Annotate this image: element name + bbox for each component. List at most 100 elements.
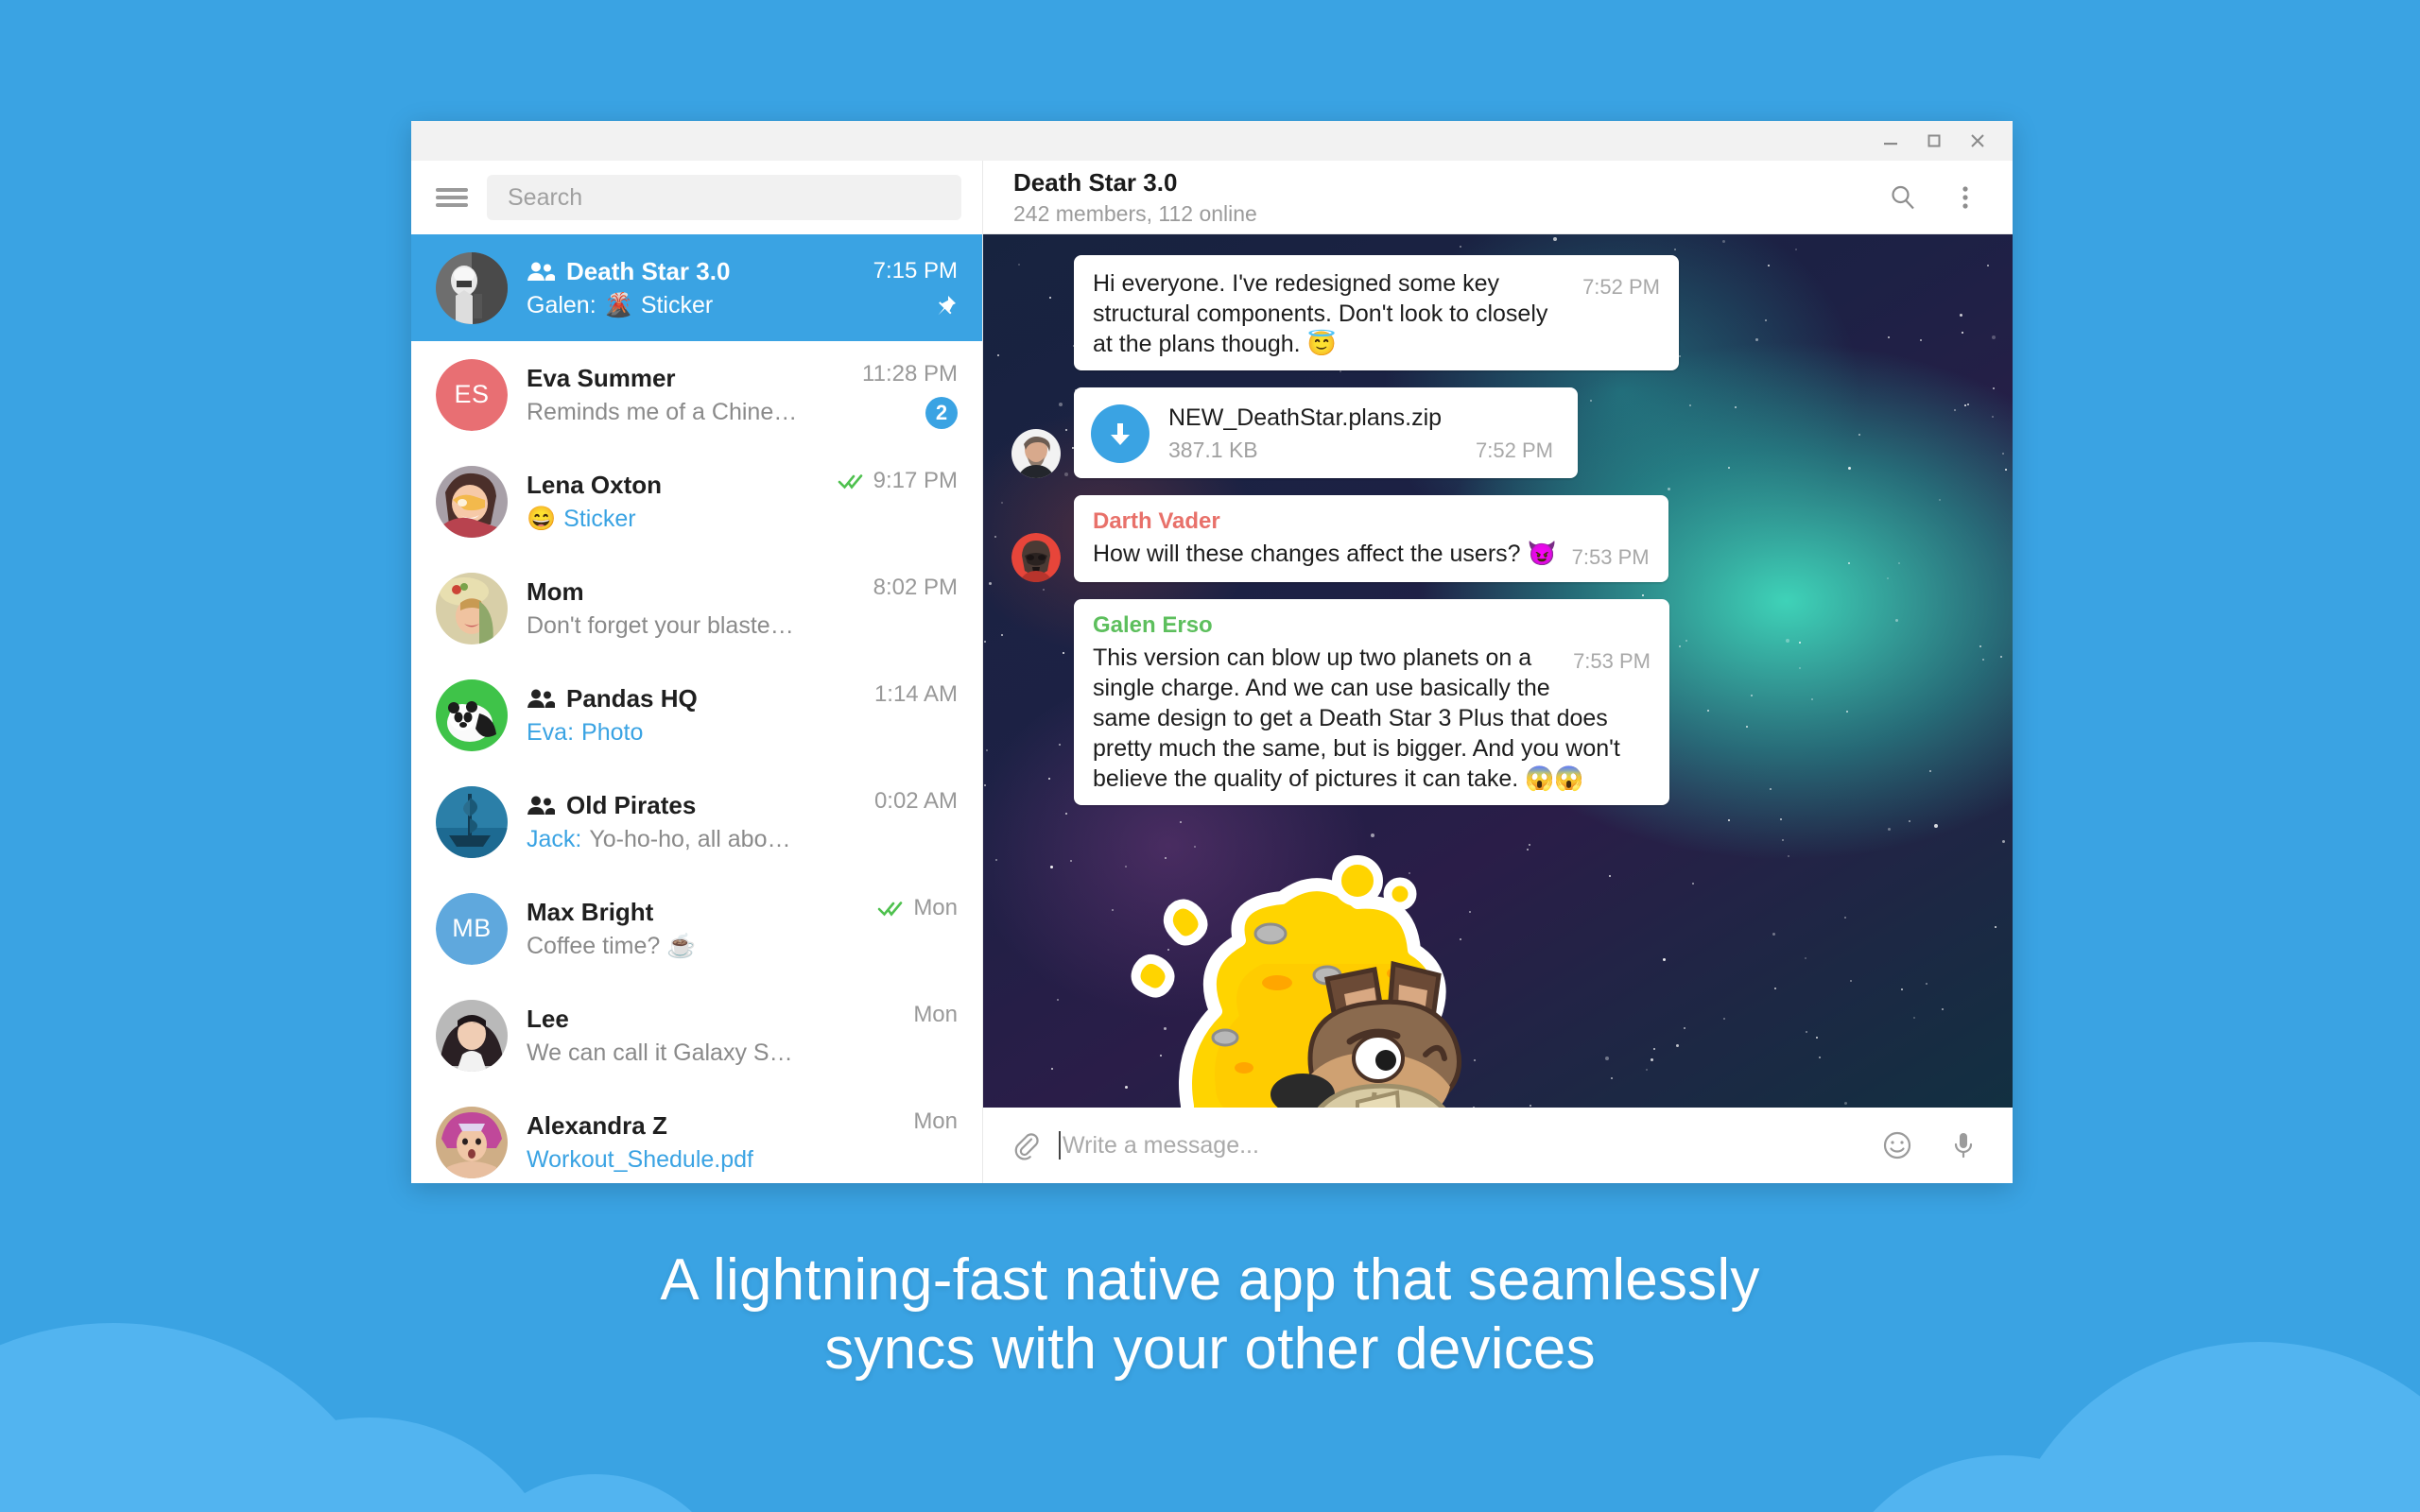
paperclip-icon[interactable] (1010, 1129, 1042, 1161)
chat-list-item[interactable]: Lee We can call it Galaxy Star 7 ;) Mon (411, 982, 982, 1089)
chat-list-item[interactable]: ES Eva Summer Reminds me of a Chinese prov… (411, 341, 982, 448)
chat-item-preview: Galen: 🌋 Sticker (527, 292, 799, 319)
preview-text: Photo (581, 718, 644, 746)
pin-icon (933, 294, 958, 318)
chat-item-body: Max Bright Coffee time? ☕ (527, 898, 799, 960)
chat-item-body: Old Pirates Jack: Yo-ho-ho, all aboard! (527, 791, 799, 853)
preview-emoji: 😄 (527, 505, 557, 532)
more-vertical-icon[interactable] (1945, 177, 1986, 218)
message-text-body: This version can blow up two planets on … (1093, 644, 1620, 793)
chat-item-time: Mon (913, 1108, 958, 1134)
chat-item-name: Mom (527, 576, 584, 606)
chat-item-time: 1:14 AM (873, 680, 958, 707)
preview-text: Reminds me of a Chinese prove... (527, 398, 799, 425)
message-bubble: 7:52 PM Hi everyone. I've redesigned some… (1074, 255, 1679, 370)
search-icon[interactable] (1882, 177, 1924, 218)
microphone-icon[interactable] (1943, 1125, 1984, 1166)
preview-sender: Eva: (527, 718, 575, 746)
chat-item-body: Pandas HQ Eva: Photo (527, 684, 799, 747)
chat-list[interactable]: Death Star 3.0 Galen: 🌋 Sticker 7:15 PM ES Eva… (411, 234, 982, 1183)
chat-item-time: 9:17 PM (873, 467, 958, 493)
chat-item-meta: 9:17 PM (818, 468, 958, 536)
message-sender-name[interactable]: Galen Erso (1093, 612, 1651, 639)
chat-item-body: Mom Don't forget your blaster and helmet (527, 577, 799, 640)
chat-item-name: Eva Summer (527, 363, 676, 392)
message-row (1011, 822, 1984, 1108)
message-text: 7:53 PM How will these changes affect the… (1093, 539, 1650, 569)
hamburger-icon[interactable] (436, 185, 468, 210)
message-time: 7:52 PM (1476, 438, 1553, 462)
chat-list-item[interactable]: Old Pirates Jack: Yo-ho-ho, all aboard! 0:0… (411, 768, 982, 875)
minimize-button[interactable] (1869, 122, 1912, 160)
chat-item-meta: Mon (818, 1002, 958, 1070)
chat-title: Death Star 3.0 (1013, 167, 1178, 197)
message-input[interactable]: Write a message... (1059, 1131, 1859, 1160)
message-bubble: Darth Vader 7:53 PM How will these changes… (1074, 495, 1668, 583)
avatar (436, 251, 508, 324)
chat-item-preview: Eva: Photo (527, 719, 799, 747)
file-size: 387.1 KB (1168, 438, 1258, 462)
chat-list-item[interactable]: Lena Oxton 😄 Sticker 9:17 PM (411, 448, 982, 555)
chat-item-preview: Reminds me of a Chinese prove... (527, 399, 799, 426)
avatar (436, 679, 508, 751)
close-button[interactable] (1956, 122, 1999, 160)
group-icon (527, 261, 555, 282)
chat-item-name: Death Star 3.0 (566, 256, 731, 285)
message-sender-name[interactable]: Darth Vader (1093, 508, 1650, 535)
chat-list-item[interactable]: Death Star 3.0 Galen: 🌋 Sticker 7:15 PM (411, 234, 982, 341)
file-name: NEW_DeathStar.plans.zip (1168, 404, 1443, 431)
window-titlebar (411, 121, 2013, 161)
message-text-body: How will these changes affect the users?… (1093, 541, 1557, 567)
preview-text: Workout_Shedule.pdf (527, 1145, 753, 1173)
preview-text: Yo-ho-ho, all aboard! (589, 825, 799, 852)
chat-item-preview: 😄 Sticker (527, 506, 799, 533)
chat-item-time: 7:15 PM (873, 257, 958, 284)
chat-list-item[interactable]: Alexandra Z Workout_Shedule.pdf Mon (411, 1089, 982, 1183)
message-avatar[interactable] (1011, 533, 1061, 583)
chat-item-meta: Mon (818, 895, 958, 963)
sidebar-searchbar (411, 161, 982, 234)
message-text: 7:52 PM Hi everyone. I've redesigned some… (1093, 268, 1660, 359)
chat-item-meta: 0:02 AM (818, 788, 958, 856)
telegram-window: Death Star 3.0 Galen: 🌋 Sticker 7:15 PM ES Eva… (411, 121, 2013, 1183)
chat-item-body: Death Star 3.0 Galen: 🌋 Sticker (527, 257, 799, 319)
chat-item-body: Alexandra Z Workout_Shedule.pdf (527, 1111, 799, 1174)
download-icon[interactable] (1091, 404, 1150, 463)
message-bubble: Galen Erso 7:53 PM This version can blow u… (1074, 599, 1669, 806)
chat-item-body: Eva Summer Reminds me of a Chinese prove.… (527, 364, 799, 426)
message-row: Galen Erso 7:53 PM This version can blow u… (1011, 599, 1984, 806)
chat-list-item[interactable]: Mom Don't forget your blaster and helmet 8… (411, 555, 982, 662)
preview-text: Sticker (563, 505, 636, 532)
preview-text: We can call it Galaxy Star 7 ;) (527, 1039, 799, 1066)
messages-area[interactable]: 7:52 PM Hi everyone. I've redesigned some… (983, 234, 2013, 1108)
message-time: 7:53 PM (1573, 649, 1651, 674)
sidebar: Death Star 3.0 Galen: 🌋 Sticker 7:15 PM ES Eva… (411, 161, 983, 1183)
file-message-bubble[interactable]: NEW_DeathStar.plans.zip 387.1 KB 7:52 PM (1074, 387, 1578, 478)
file-meta: NEW_DeathStar.plans.zip 387.1 KB (1168, 404, 1442, 463)
smiley-icon[interactable] (1876, 1125, 1918, 1166)
chat-item-time: 11:28 PM (862, 360, 958, 387)
chat-list-item[interactable]: Pandas HQ Eva: Photo 1:14 AM (411, 662, 982, 768)
chat-item-time: Mon (913, 894, 958, 920)
message-avatar[interactable] (1011, 429, 1061, 478)
preview-text: Sticker (640, 291, 714, 318)
group-icon (527, 688, 555, 709)
chat-item-preview: Jack: Yo-ho-ho, all aboard! (527, 826, 799, 853)
chat-item-time: 0:02 AM (873, 787, 958, 814)
maximize-button[interactable] (1912, 122, 1956, 160)
search-input[interactable] (487, 175, 961, 220)
avatar (436, 1106, 508, 1178)
chat-item-meta: Mon (818, 1108, 958, 1177)
chat-list-item[interactable]: MB Max Bright Coffee time? ☕ Mon (411, 875, 982, 982)
group-icon (527, 795, 555, 816)
explosion-dog-sticker[interactable] (1074, 822, 1480, 1108)
message-list: 7:52 PM Hi everyone. I've redesigned some… (983, 251, 2013, 1108)
avatar: MB (436, 892, 508, 965)
read-checks-icon (838, 472, 866, 490)
chat-item-time: Mon (913, 1001, 958, 1027)
message-placeholder: Write a message... (1063, 1131, 1259, 1159)
chat-item-body: Lee We can call it Galaxy Star 7 ;) (527, 1005, 799, 1067)
avatar (436, 572, 508, 644)
message-row: 7:52 PM Hi everyone. I've redesigned some… (1011, 255, 1984, 370)
chat-item-meta: 8:02 PM (818, 575, 958, 643)
